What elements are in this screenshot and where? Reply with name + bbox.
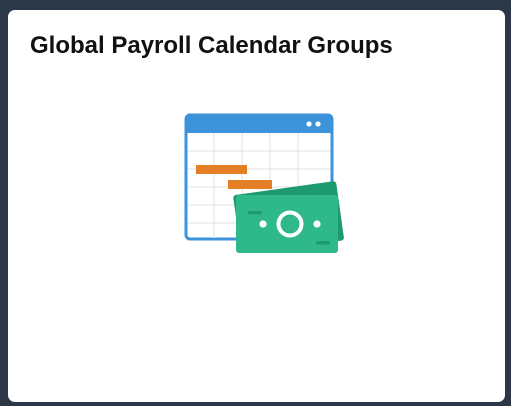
calendar-money-icon [184, 113, 344, 253]
tile-title: Global Payroll Calendar Groups [30, 32, 393, 59]
payroll-calendar-groups-tile[interactable]: Global Payroll Calendar Groups [8, 10, 505, 402]
